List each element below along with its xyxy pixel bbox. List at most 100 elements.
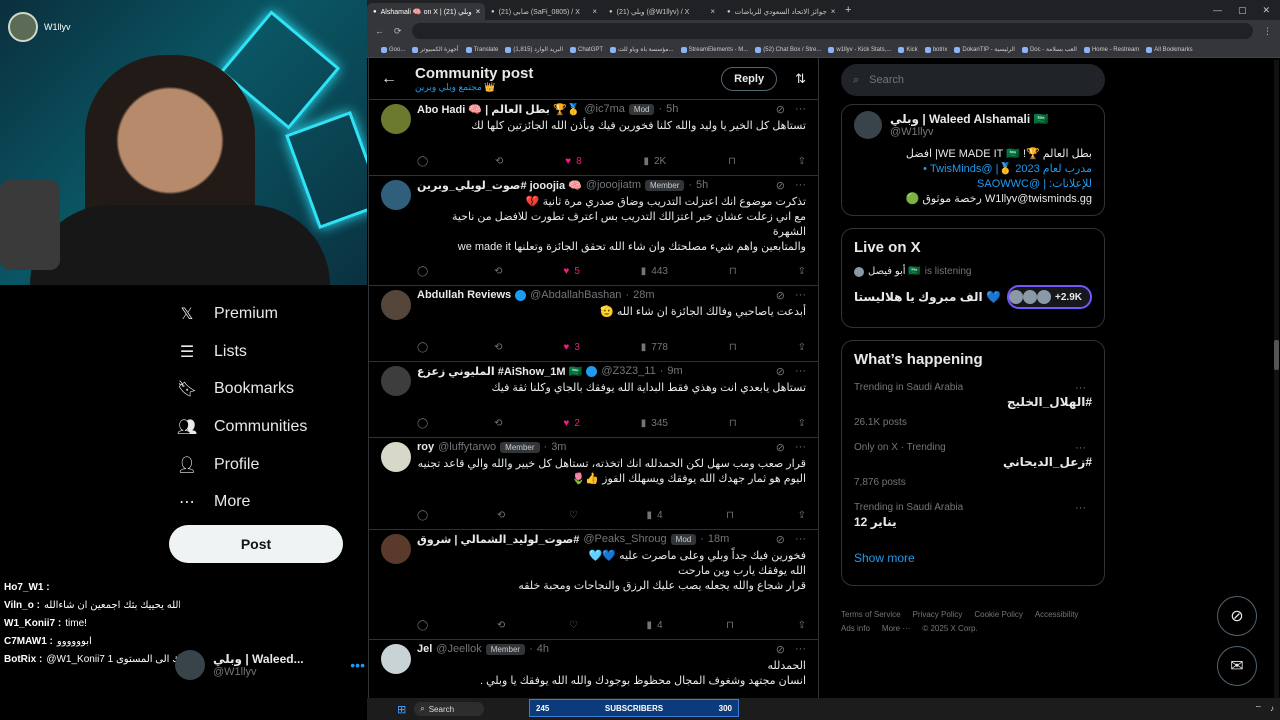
author-handle[interactable]: @ic7ma	[584, 103, 625, 115]
views-button[interactable]: ▮ 778	[641, 342, 668, 353]
reply-button[interactable]: ◯	[417, 418, 433, 429]
bookmark-item[interactable]: StreamElements - M...	[680, 46, 748, 53]
browser-tab[interactable]: ● جوائز الاتحاد السعودي للرياضات ×	[721, 3, 839, 20]
tweet-card[interactable]: Abo Hadi 🧠 | بطل العالم 🏆🥇 @ic7ma Mod · 5h ⊘ ·…	[369, 102, 818, 176]
bookmark-item[interactable]: البريد الوارد (1,815)	[505, 46, 563, 53]
tweet-card[interactable]: roy @luffytarwo Member · 3m ⊘ ··· قرار صعب ومب …	[369, 440, 818, 530]
bookmark-item[interactable]: Goo...	[381, 46, 405, 53]
bookmark-button[interactable]: ⊓	[726, 620, 734, 631]
bookmark-item[interactable]: (52) Chat Box / Stre...	[755, 46, 821, 53]
live-on-x-card[interactable]: Live on X أبو فيصل 🇸🇦 is listening الف م…	[841, 228, 1105, 328]
close-window-icon[interactable]: ✕	[1262, 5, 1270, 16]
avatar[interactable]	[381, 180, 411, 210]
views-button[interactable]: ▮ 443	[641, 266, 668, 277]
scroll-thumb[interactable]	[1274, 340, 1279, 370]
views-button[interactable]: ▮ 2K	[643, 156, 666, 167]
share-button[interactable]: ⇪	[798, 342, 806, 353]
reload-icon[interactable]: ⟳	[394, 26, 402, 37]
more-dots-icon[interactable]: ···	[795, 289, 806, 302]
tweet-time[interactable]: 5h	[666, 103, 678, 115]
grok-icon[interactable]: ⊘	[1217, 596, 1257, 636]
repost-button[interactable]: ⟲	[494, 266, 502, 277]
like-button[interactable]: ♥ 5	[563, 266, 580, 277]
omnibox[interactable]	[411, 23, 1253, 39]
author-name[interactable]: صوت_لوليد_الشمالي | شروق#	[417, 533, 579, 546]
author-handle[interactable]: @Z3Z3_11	[601, 365, 655, 377]
nav-item-communities[interactable]: 👥︎ Communities	[170, 408, 360, 446]
bookmark-item[interactable]: botrix	[924, 46, 947, 53]
reply-button[interactable]: Reply	[721, 66, 778, 91]
grok-icon[interactable]: ⊘	[776, 365, 785, 378]
more-dots-icon[interactable]: •••	[350, 657, 365, 673]
views-button[interactable]: ▮ 4	[646, 510, 662, 521]
author-handle[interactable]: @jooojiatm	[586, 179, 641, 191]
listener-count-badge[interactable]: +2.9K	[1007, 285, 1092, 309]
show-more-link[interactable]: Show more	[854, 551, 1092, 565]
repost-button[interactable]: ⟲	[494, 418, 502, 429]
bookmark-item[interactable]: Doc - العب بسلامة	[1021, 46, 1077, 53]
like-button[interactable]: ♥ 8	[565, 156, 582, 167]
trend-item[interactable]: Only on X · Trending ··· #زعل_الديحاني 7,87…	[854, 442, 1092, 488]
views-button[interactable]: ▮ 4	[646, 620, 662, 631]
author-name[interactable]: Jel	[417, 643, 432, 655]
bio-line[interactable]: للإعلانات: | @SAOWWC	[854, 177, 1092, 192]
close-tab-icon[interactable]: ×	[710, 7, 715, 16]
share-button[interactable]: ⇪	[798, 620, 806, 631]
author-name[interactable]: roy	[417, 441, 434, 453]
profile-name[interactable]: وبلي | Waleed Alshamali 🇸🇦	[890, 112, 1048, 126]
bookmark-item[interactable]: Home - Restream	[1083, 46, 1139, 53]
grok-icon[interactable]: ⊘	[776, 643, 785, 656]
like-button[interactable]: ♥ 2	[563, 418, 580, 429]
close-tab-icon[interactable]: ×	[831, 7, 836, 16]
minimize-icon[interactable]: —	[1213, 5, 1222, 16]
bio-line[interactable]: مدرب لعام 2023 🥇| @TwisMinds •	[854, 162, 1092, 177]
bookmark-item[interactable]: Translate	[465, 46, 498, 53]
more-dots-icon[interactable]: ···	[795, 365, 806, 378]
author-name[interactable]: صوت_لويلي_وبرين# jooojia 🧠	[417, 179, 582, 192]
grok-icon[interactable]: ⊘	[776, 441, 785, 454]
more-dots-icon[interactable]: ···	[1075, 442, 1086, 454]
footer-link[interactable]: Accessibility	[1035, 610, 1079, 620]
avatar[interactable]	[381, 644, 411, 674]
footer-link[interactable]: Privacy Policy	[913, 610, 963, 620]
tweet-card[interactable]: المليوني زعزع #AiShow_1M 🇸🇦 @Z3Z3_11 · 9m ⊘ ·…	[369, 364, 818, 438]
bookmark-button[interactable]: ⊓	[728, 156, 736, 167]
community-name[interactable]: مجتمع وبلي وبرين 👑	[415, 82, 533, 93]
nav-item-premium[interactable]: 𝕏 Premium	[170, 295, 360, 333]
back-nav-icon[interactable]: ←	[375, 26, 384, 36]
nav-item-lists[interactable]: ☰ Lists	[170, 333, 360, 371]
trend-item[interactable]: Trending in Saudi Arabia ··· #الهلال_الخلي…	[854, 382, 1092, 428]
avatar[interactable]	[854, 111, 882, 139]
repost-button[interactable]: ⟲	[497, 510, 505, 521]
bookmark-item[interactable]: All Bookmarks	[1146, 46, 1193, 53]
tweet-card[interactable]: Abdullah Reviews @AbdallahBashan · 28m ⊘ ··· أ…	[369, 288, 818, 362]
share-button[interactable]: ⇪	[798, 156, 806, 167]
trend-item[interactable]: Trending in Saudi Arabia ··· يناير 12	[854, 502, 1092, 529]
tweet-time[interactable]: 28m	[633, 289, 654, 301]
more-dots-icon[interactable]: ···	[1075, 382, 1086, 394]
tweet-time[interactable]: 4h	[537, 643, 549, 655]
grok-icon[interactable]: ⊘	[776, 103, 785, 116]
grok-icon[interactable]: ⊘	[776, 179, 785, 192]
author-handle[interactable]: @luffytarwo	[438, 441, 496, 453]
volume-icon[interactable]: ♪	[1270, 704, 1274, 714]
bookmark-item[interactable]: Kick	[898, 46, 918, 53]
like-button[interactable]: ♡	[569, 510, 583, 521]
author-name[interactable]: Abo Hadi 🧠 | بطل العالم 🏆🥇	[417, 103, 580, 116]
author-name[interactable]: المليوني زعزع #AiShow_1M 🇸🇦	[417, 365, 582, 378]
more-dots-icon[interactable]: ···	[1075, 502, 1086, 514]
footer-link[interactable]: Terms of Service	[841, 610, 901, 620]
share-button[interactable]: ⇪	[798, 266, 806, 277]
reply-button[interactable]: ◯	[417, 510, 433, 521]
reply-button[interactable]: ◯	[417, 620, 433, 631]
more-dots-icon[interactable]: ···	[795, 179, 806, 192]
close-tab-icon[interactable]: ×	[476, 7, 481, 16]
account-switcher[interactable]: وبلي | Waleed... @W1llyv •••	[175, 645, 365, 685]
bookmark-item[interactable]: w1llyv - Kick Stats,...	[828, 46, 891, 53]
browser-tab[interactable]: ● (21) وبلي (@W1llyv) / X ×	[603, 3, 721, 20]
nav-item-more[interactable]: ⋯ More	[170, 483, 360, 521]
more-dots-icon[interactable]: ···	[795, 643, 806, 656]
wifi-icon[interactable]: ⌔	[1254, 704, 1262, 714]
bookmark-button[interactable]: ⊓	[729, 418, 737, 429]
share-button[interactable]: ⇪	[798, 418, 806, 429]
